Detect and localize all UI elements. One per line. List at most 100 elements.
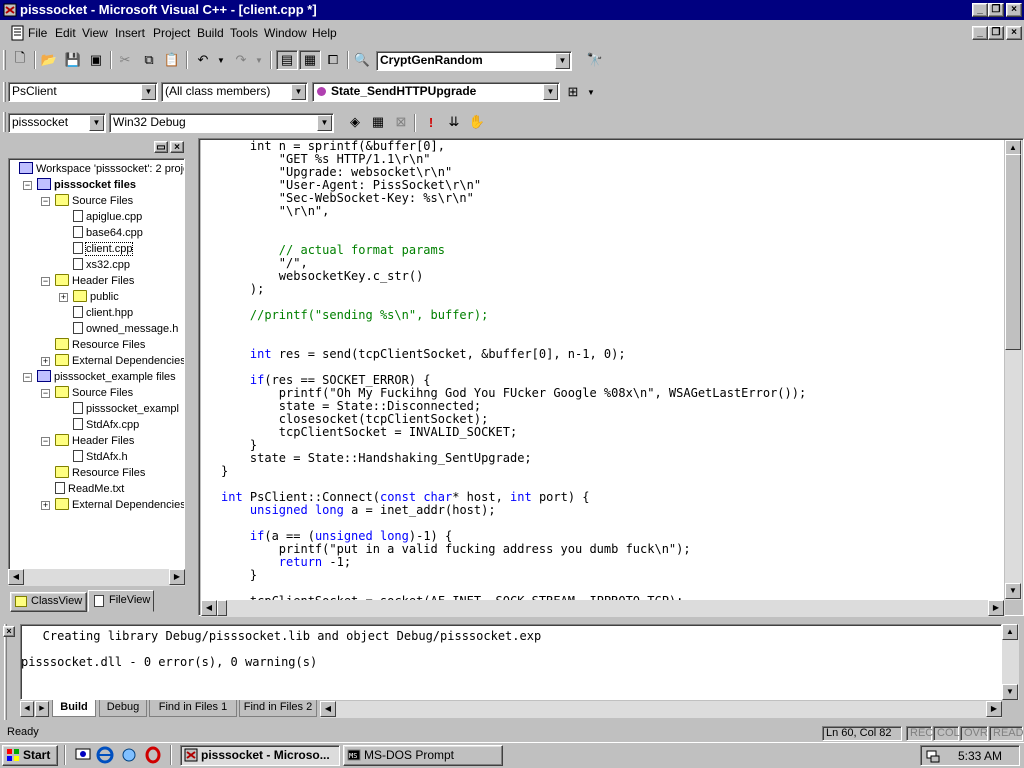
- file-tree[interactable]: Workspace 'pisssocket': 2 proje − pisssock…: [8, 158, 185, 570]
- collapse-icon[interactable]: −: [41, 437, 50, 446]
- expand-icon[interactable]: +: [59, 293, 68, 302]
- editor-horizontal-scrollbar[interactable]: ◀ ▶: [201, 600, 1005, 617]
- tab-debug[interactable]: Debug: [99, 700, 147, 717]
- find-in-files-icon[interactable]: 🔍: [351, 50, 373, 70]
- output-grip[interactable]: [4, 624, 7, 720]
- tree-item[interactable]: StdAfx.h: [73, 449, 128, 465]
- doc-restore-button[interactable]: ❐: [988, 26, 1004, 40]
- tree-item[interactable]: Source Files: [55, 385, 133, 401]
- tree-item[interactable]: Header Files: [55, 273, 134, 289]
- redo-dropdown-icon[interactable]: ▼: [248, 50, 270, 70]
- toolbar-grip[interactable]: [3, 112, 6, 132]
- tree-item[interactable]: Resource Files: [55, 465, 145, 481]
- code-text[interactable]: int n = sprintf(&buffer[0], "GET %s HTTP…: [221, 140, 806, 600]
- minimize-button[interactable]: _: [972, 3, 988, 17]
- tree-item[interactable]: public: [73, 289, 119, 305]
- tree-item[interactable]: Resource Files: [55, 337, 145, 353]
- internet-explorer-icon[interactable]: [96, 746, 114, 764]
- tree-item[interactable]: base64.cpp: [73, 225, 143, 241]
- scroll-left-icon[interactable]: ◀: [320, 701, 336, 717]
- scroll-right-icon[interactable]: ▶: [986, 701, 1002, 717]
- desktop-shortcut-icon[interactable]: [74, 746, 92, 764]
- workspace-restore-button[interactable]: ▭: [154, 141, 168, 153]
- cut-icon[interactable]: ✂: [114, 50, 136, 70]
- paste-icon[interactable]: 📋: [161, 50, 183, 70]
- stop-build-icon[interactable]: ⊠: [390, 112, 412, 132]
- output-vertical-scrollbar[interactable]: ▲ ▼: [1002, 624, 1019, 700]
- tree-item[interactable]: owned_message.h: [73, 321, 178, 337]
- window-list-icon[interactable]: ⧠: [322, 50, 344, 70]
- maximize-button[interactable]: ❐: [988, 3, 1004, 17]
- tree-item[interactable]: client.hpp: [73, 305, 133, 321]
- tree-item[interactable]: StdAfx.cpp: [73, 417, 139, 433]
- scroll-right-icon[interactable]: ▶: [988, 600, 1004, 616]
- output-horizontal-scrollbar[interactable]: ◀ ▶: [320, 701, 1002, 718]
- tree-item[interactable]: apiglue.cpp: [73, 209, 142, 225]
- menu-insert[interactable]: Insert: [115, 26, 145, 40]
- open-folder-icon[interactable]: 📂: [38, 50, 60, 70]
- tab-scroll-left-icon[interactable]: ◀: [20, 701, 34, 717]
- tray-network-icon[interactable]: [925, 748, 941, 764]
- save-icon[interactable]: 💾: [62, 50, 84, 70]
- document-icon[interactable]: [10, 25, 26, 41]
- tree-item[interactable]: ReadMe.txt: [55, 481, 124, 497]
- chevron-down-icon[interactable]: ▼: [317, 115, 332, 131]
- execute-icon[interactable]: !: [420, 112, 442, 132]
- doc-minimize-button[interactable]: _: [972, 26, 988, 40]
- collapse-icon[interactable]: −: [41, 277, 50, 286]
- chevron-down-icon[interactable]: ▼: [89, 115, 104, 131]
- expand-icon[interactable]: +: [41, 357, 50, 366]
- output-toggle-icon[interactable]: ▦: [299, 50, 321, 70]
- undo-dropdown-icon[interactable]: ▼: [210, 50, 232, 70]
- toolbar-grip[interactable]: [3, 50, 6, 70]
- close-button[interactable]: ×: [1006, 3, 1022, 17]
- menu-edit[interactable]: Edit: [55, 26, 76, 40]
- chevron-down-icon[interactable]: ▼: [543, 84, 558, 100]
- collapse-icon[interactable]: −: [41, 389, 50, 398]
- task-visual-cpp[interactable]: pisssocket - Microso...: [180, 745, 340, 766]
- output-text-area[interactable]: Creating library Debug/pisssocket.lib an…: [20, 624, 1002, 700]
- output-close-button[interactable]: ×: [3, 626, 15, 637]
- tree-item[interactable]: pisssocket files: [37, 177, 136, 193]
- project-combo[interactable]: pisssocket ▼: [8, 113, 106, 133]
- tab-find-in-files-1[interactable]: Find in Files 1: [149, 700, 237, 717]
- menu-tools[interactable]: Tools: [230, 26, 258, 40]
- menu-help[interactable]: Help: [312, 26, 337, 40]
- tree-item[interactable]: xs32.cpp: [73, 257, 130, 273]
- tree-horizontal-scrollbar[interactable]: ◀ ▶: [8, 569, 185, 586]
- scroll-left-icon[interactable]: ◀: [8, 569, 24, 585]
- menu-build[interactable]: Build: [197, 26, 224, 40]
- chevron-down-icon[interactable]: ▼: [141, 84, 156, 100]
- opera-icon[interactable]: [144, 746, 162, 764]
- start-button[interactable]: Start: [2, 745, 58, 766]
- code-editor[interactable]: int n = sprintf(&buffer[0], "GET %s HTTP…: [201, 140, 1004, 600]
- scroll-thumb[interactable]: [1005, 154, 1021, 350]
- tree-item[interactable]: Header Files: [55, 433, 134, 449]
- go-icon[interactable]: ⇊: [443, 112, 465, 132]
- filter-combo[interactable]: (All class members) ▼: [161, 82, 308, 102]
- task-ms-dos-prompt[interactable]: MS MS-DOS Prompt: [343, 745, 503, 766]
- menu-project[interactable]: Project: [153, 26, 190, 40]
- tab-classview[interactable]: ClassView: [10, 592, 87, 612]
- scroll-right-icon[interactable]: ▶: [169, 569, 185, 585]
- tree-item[interactable]: pisssocket_exampl: [73, 401, 179, 417]
- breakpoint-hand-icon[interactable]: ✋: [466, 112, 488, 132]
- save-all-icon[interactable]: ▣: [85, 50, 107, 70]
- new-text-file-icon[interactable]: 🗋: [9, 50, 31, 70]
- tree-item[interactable]: External Dependencies: [55, 497, 184, 513]
- tab-find-in-files-2[interactable]: Find in Files 2: [239, 700, 317, 717]
- compile-icon[interactable]: ◈: [344, 112, 366, 132]
- menu-window[interactable]: Window: [264, 26, 307, 40]
- tab-scroll-right-icon[interactable]: ▶: [35, 701, 49, 717]
- editor-vertical-scrollbar[interactable]: ▲ ▼: [1005, 140, 1022, 600]
- wizard-dropdown-icon[interactable]: ▼: [580, 82, 602, 102]
- chevron-down-icon[interactable]: ▼: [291, 84, 306, 100]
- workspace-close-button[interactable]: ×: [170, 141, 184, 153]
- find-binoculars-icon[interactable]: 🔭: [584, 50, 606, 70]
- collapse-icon[interactable]: −: [41, 197, 50, 206]
- scroll-up-icon[interactable]: ▲: [1002, 624, 1018, 640]
- scroll-down-icon[interactable]: ▼: [1002, 684, 1018, 700]
- find-combo[interactable]: CryptGenRandom ▼: [376, 51, 572, 71]
- copy-icon[interactable]: ⧉: [138, 50, 160, 70]
- tab-fileview[interactable]: FileView: [88, 590, 154, 612]
